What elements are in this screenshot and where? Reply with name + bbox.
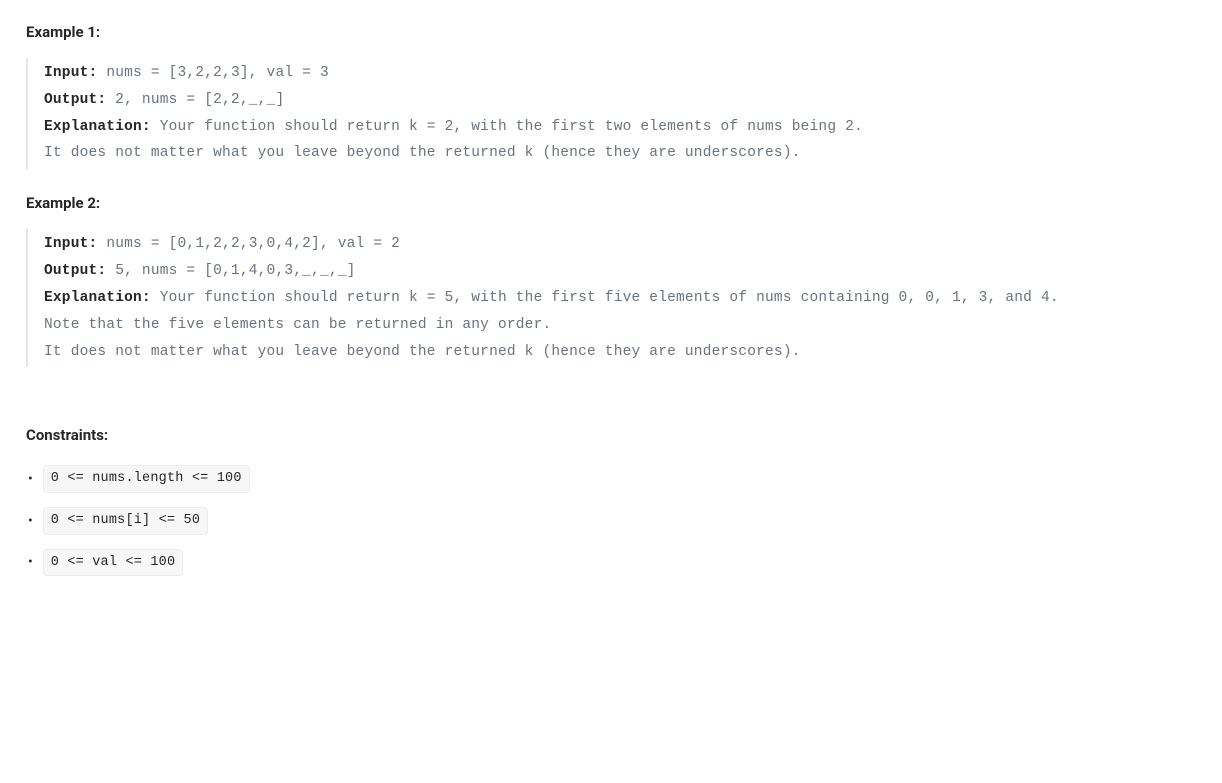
output-label: Output: [44, 92, 106, 108]
example-1-code-block: Input: nums = [3,2,2,3], val = 3 Output:… [26, 58, 1196, 169]
example-2-code-block: Input: nums = [0,1,2,2,3,0,4,2], val = 2… [26, 229, 1196, 367]
example-1-input-line: Input: nums = [3,2,2,3], val = 3 [44, 60, 1196, 87]
input-label: Input: [44, 65, 97, 81]
example-1-section: Example 1: Input: nums = [3,2,2,3], val … [26, 20, 1196, 169]
example-2-explanation-line-3: It does not matter what you leave beyond… [44, 339, 1196, 366]
example-2-input-line: Input: nums = [0,1,2,2,3,0,4,2], val = 2 [44, 231, 1196, 258]
constraint-item: 0 <= nums[i] <= 50 [28, 507, 1196, 535]
example-1-explanation-line-2: It does not matter what you leave beyond… [44, 140, 1196, 167]
explanation-label: Explanation: [44, 290, 151, 306]
example-1-heading: Example 1: [26, 20, 1196, 44]
explanation-text-1: Your function should return k = 5, with … [151, 290, 1059, 306]
example-2-explanation-line-1: Explanation: Your function should return… [44, 285, 1196, 312]
example-2-section: Example 2: Input: nums = [0,1,2,2,3,0,4,… [26, 191, 1196, 367]
constraints-section: Constraints: 0 <= nums.length <= 100 0 <… [26, 423, 1196, 576]
explanation-text-1: Your function should return k = 2, with … [151, 119, 863, 135]
explanation-label: Explanation: [44, 119, 151, 135]
output-text: 5, nums = [0,1,4,0,3,_,_,_] [106, 263, 355, 279]
output-label: Output: [44, 263, 106, 279]
input-text: nums = [3,2,2,3], val = 3 [97, 65, 328, 81]
constraints-list: 0 <= nums.length <= 100 0 <= nums[i] <= … [26, 465, 1196, 576]
constraints-heading: Constraints: [26, 423, 1196, 447]
constraint-code: 0 <= val <= 100 [43, 549, 184, 577]
constraint-item: 0 <= nums.length <= 100 [28, 465, 1196, 493]
input-text: nums = [0,1,2,2,3,0,4,2], val = 2 [97, 236, 400, 252]
constraint-item: 0 <= val <= 100 [28, 549, 1196, 577]
constraint-code: 0 <= nums[i] <= 50 [43, 507, 208, 535]
example-2-output-line: Output: 5, nums = [0,1,4,0,3,_,_,_] [44, 258, 1196, 285]
example-1-explanation-line-1: Explanation: Your function should return… [44, 114, 1196, 141]
input-label: Input: [44, 236, 97, 252]
output-text: 2, nums = [2,2,_,_] [106, 92, 284, 108]
example-1-output-line: Output: 2, nums = [2,2,_,_] [44, 87, 1196, 114]
constraint-code: 0 <= nums.length <= 100 [43, 465, 250, 493]
example-2-explanation-line-2: Note that the five elements can be retur… [44, 312, 1196, 339]
example-2-heading: Example 2: [26, 191, 1196, 215]
